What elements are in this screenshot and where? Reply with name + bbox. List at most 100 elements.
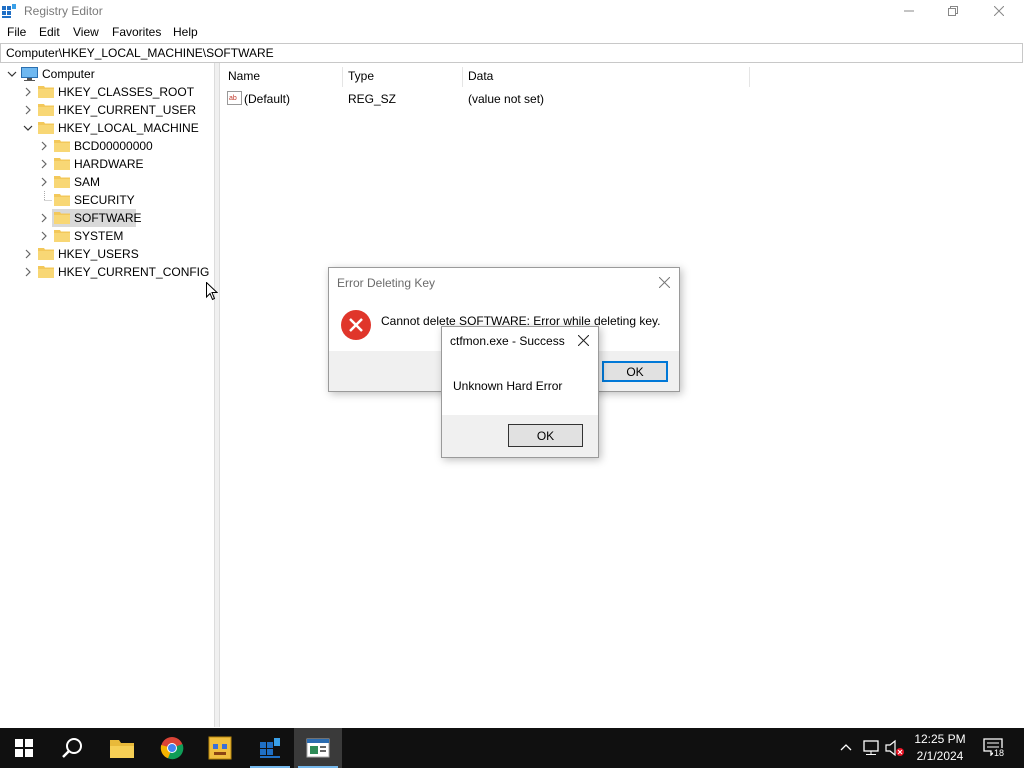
title-bar: Registry Editor	[0, 0, 1024, 22]
mouse-cursor-icon	[206, 282, 218, 301]
error-icon	[341, 310, 371, 340]
chevron-right-icon[interactable]	[22, 101, 34, 119]
dialog-close-icon[interactable]	[659, 277, 670, 288]
menu-help[interactable]: Help	[173, 25, 198, 39]
chevron-up-icon[interactable]	[840, 742, 852, 754]
tree-item-system[interactable]: SYSTEM	[0, 227, 214, 245]
search-button[interactable]	[48, 728, 96, 768]
address-path: Computer\HKEY_LOCAL_MACHINE\SOFTWARE	[6, 46, 274, 60]
column-header-data[interactable]: Data	[468, 69, 493, 83]
notification-count: 18	[993, 748, 1006, 758]
column-header-name[interactable]: Name	[228, 69, 260, 83]
tree-label-selected: SOFTWARE	[74, 211, 142, 225]
folder-icon	[38, 266, 54, 278]
tree-item-computer[interactable]: Computer	[0, 65, 214, 83]
chevron-right-icon[interactable]	[22, 245, 34, 263]
folder-icon	[38, 248, 54, 260]
taskbar: 12:25 PM 2/1/2024 18	[0, 728, 1024, 768]
ctfmon-ok-button[interactable]: OK	[508, 424, 583, 447]
folder-open-icon	[38, 122, 54, 134]
restore-button[interactable]	[930, 0, 976, 22]
tree-item-hkey-current-user[interactable]: HKEY_CURRENT_USER	[0, 101, 214, 119]
column-divider[interactable]	[462, 67, 463, 87]
tree-item-hkey-classes-root[interactable]: HKEY_CLASSES_ROOT	[0, 83, 214, 101]
folder-icon	[54, 176, 70, 188]
chevron-right-icon[interactable]	[38, 227, 50, 245]
taskbar-game-app[interactable]	[196, 728, 244, 768]
folder-icon	[54, 158, 70, 170]
ctfmon-message: Unknown Hard Error	[453, 379, 563, 393]
tree-label: HKEY_USERS	[58, 247, 139, 261]
menu-favorites[interactable]: Favorites	[112, 25, 161, 39]
chevron-right-icon[interactable]	[38, 137, 50, 155]
windows-logo-icon	[15, 739, 33, 757]
window-title: Registry Editor	[24, 4, 103, 18]
dialog-title: Error Deleting Key	[337, 276, 436, 290]
chevron-right-icon[interactable]	[38, 209, 50, 227]
chevron-right-icon[interactable]	[38, 155, 50, 173]
tree-item-software[interactable]: SOFTWARE	[0, 209, 214, 227]
menu-edit[interactable]: Edit	[39, 25, 60, 39]
tree-label-computer: Computer	[42, 67, 95, 81]
tree-item-hkey-users[interactable]: HKEY_USERS	[0, 245, 214, 263]
menu-file[interactable]: File	[7, 25, 26, 39]
tree-label: HKEY_CURRENT_USER	[58, 103, 197, 117]
window-app-icon	[306, 738, 330, 758]
value-list: Name Type Data ab (Default) REG_SZ (valu…	[220, 63, 1024, 727]
value-type: REG_SZ	[348, 92, 397, 106]
column-divider[interactable]	[749, 67, 750, 87]
minimize-icon	[904, 10, 914, 12]
file-explorer-icon	[110, 740, 134, 758]
volume-muted-icon[interactable]	[885, 739, 905, 757]
dialog-title: ctfmon.exe - Success	[450, 334, 565, 348]
value-name: (Default)	[244, 92, 291, 106]
restore-icon	[948, 6, 958, 16]
folder-icon	[54, 194, 70, 206]
network-icon[interactable]	[862, 740, 880, 756]
folder-icon	[54, 140, 70, 152]
tree-label: BCD00000000	[74, 139, 153, 153]
tree-label: HARDWARE	[74, 157, 144, 171]
close-button[interactable]	[976, 0, 1022, 22]
menu-view[interactable]: View	[73, 25, 99, 39]
close-icon	[994, 6, 1004, 16]
tree-item-sam[interactable]: SAM	[0, 173, 214, 191]
action-center-button[interactable]: 18	[983, 738, 1007, 760]
folder-icon	[54, 212, 70, 224]
dialog-close-icon[interactable]	[578, 335, 589, 346]
tree-label: HKEY_LOCAL_MACHINE	[58, 121, 199, 135]
chevron-right-icon[interactable]	[22, 83, 34, 101]
taskbar-registry-editor[interactable]	[246, 728, 294, 768]
address-bar[interactable]: Computer\HKEY_LOCAL_MACHINE\SOFTWARE	[0, 43, 1023, 63]
svg-text:ab: ab	[229, 95, 237, 102]
key-tree: Computer HKEY_CLASSES_ROOT HKEY_CURRENT_…	[0, 63, 214, 727]
folder-icon	[38, 104, 54, 116]
clock-time[interactable]: 12:25 PM	[905, 732, 975, 746]
folder-icon	[38, 86, 54, 98]
string-value-icon: ab	[227, 91, 242, 105]
taskbar-active-window[interactable]	[294, 728, 342, 768]
registry-editor-icon	[260, 738, 280, 758]
search-icon	[62, 738, 82, 758]
tree-item-hardware[interactable]: HARDWARE	[0, 155, 214, 173]
start-button[interactable]	[0, 728, 48, 768]
column-header-type[interactable]: Type	[348, 69, 374, 83]
tree-label: SAM	[74, 175, 101, 189]
chevron-right-icon[interactable]	[22, 263, 34, 281]
tree-item-hkey-local-machine[interactable]: HKEY_LOCAL_MACHINE	[0, 119, 214, 137]
tree-item-bcd[interactable]: BCD00000000	[0, 137, 214, 155]
folder-icon	[54, 230, 70, 242]
taskbar-file-explorer[interactable]	[98, 728, 146, 768]
clock-date[interactable]: 2/1/2024	[905, 749, 975, 763]
chevron-down-icon[interactable]	[6, 65, 18, 83]
taskbar-chrome[interactable]	[148, 728, 196, 768]
minimize-button[interactable]	[886, 0, 932, 22]
chevron-down-icon[interactable]	[22, 119, 34, 137]
tree-item-security[interactable]: SECURITY	[0, 191, 214, 209]
column-divider[interactable]	[342, 67, 343, 87]
tree-item-hkey-current-config[interactable]: HKEY_CURRENT_CONFIG	[0, 263, 214, 281]
registry-editor-icon	[2, 4, 16, 18]
tree-label: SECURITY	[74, 193, 135, 207]
error-ok-button[interactable]: OK	[602, 361, 668, 382]
chevron-right-icon[interactable]	[38, 173, 50, 191]
